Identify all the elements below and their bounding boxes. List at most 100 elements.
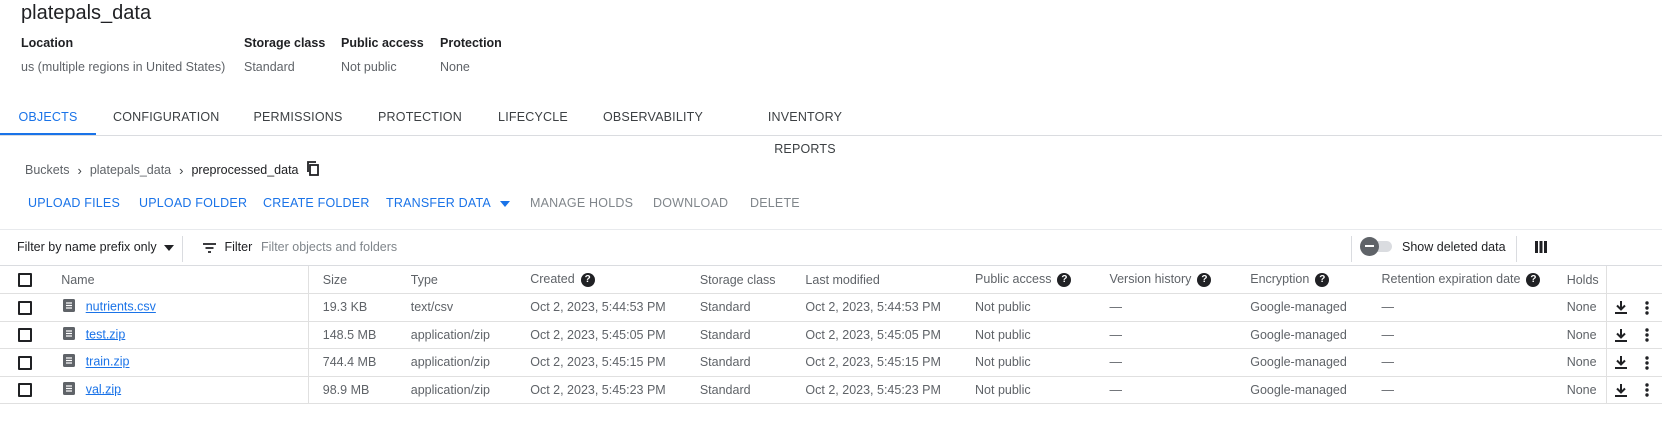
storage-class-cell: Standard — [684, 376, 791, 404]
location-detail: Location us (multiple regions in United … — [21, 36, 225, 74]
help-icon[interactable]: ? — [1197, 272, 1212, 287]
public-access-value: Not public — [341, 60, 397, 74]
chevron-right-icon: › — [77, 162, 82, 178]
divider — [182, 236, 183, 262]
file-name-link[interactable]: val.zip — [86, 382, 121, 396]
row-checkbox[interactable] — [18, 383, 32, 398]
more-vert-icon[interactable] — [1645, 300, 1649, 315]
column-header-holds[interactable]: Holds — [1562, 266, 1607, 294]
create-folder-button[interactable]: CREATE FOLDER — [263, 196, 370, 210]
download-cell — [1605, 348, 1637, 377]
breadcrumb-bucket[interactable]: platepals_data — [90, 163, 171, 177]
file-name-link[interactable]: test.zip — [86, 327, 126, 341]
upload-folder-button[interactable]: UPLOAD FOLDER — [139, 196, 247, 210]
tab-inventory-reports[interactable]: INVENTORY REPORTS — [737, 101, 873, 156]
row-checkbox-cell — [0, 293, 52, 322]
size-cell: 744.4 MB — [307, 348, 396, 377]
copy-icon[interactable] — [306, 161, 320, 179]
more-vert-icon[interactable] — [1645, 382, 1649, 397]
location-value: us (multiple regions in United States) — [21, 60, 226, 74]
transfer-data-button[interactable]: TRANSFER DATA — [386, 196, 510, 210]
tab-permissions[interactable]: PERMISSIONS — [252, 101, 344, 135]
filter-button[interactable]: Filter — [203, 240, 252, 254]
filter-input[interactable]: Filter objects and folders — [261, 240, 397, 254]
column-header-last-modified[interactable]: Last modified — [790, 266, 961, 294]
breadcrumb-buckets[interactable]: Buckets — [25, 163, 69, 177]
delete-button[interactable]: DELETE — [750, 196, 800, 210]
caret-down-icon — [499, 200, 510, 207]
created-cell: Oct 2, 2023, 5:45:23 PM — [515, 376, 685, 404]
download-button[interactable]: DOWNLOAD — [653, 196, 728, 210]
retention-cell: — — [1367, 376, 1563, 404]
row-checkbox-cell — [0, 348, 52, 377]
tab-observability[interactable]: OBSERVABILITY — [602, 101, 704, 135]
column-header-retention[interactable]: Retention expiration date? — [1367, 266, 1563, 294]
row-checkbox[interactable] — [18, 355, 32, 370]
filter-label: Filter — [224, 240, 253, 254]
show-deleted-toggle[interactable] — [1360, 237, 1394, 256]
upload-files-button[interactable]: UPLOAD FILES — [28, 196, 120, 210]
storage-class-detail: Storage class Standard — [244, 36, 325, 74]
public-access-cell: Not public — [960, 321, 1095, 349]
protection-label: Protection — [440, 36, 502, 50]
retention-cell: — — [1367, 348, 1563, 377]
help-icon[interactable]: ? — [1057, 272, 1072, 287]
protection-value: None — [440, 60, 470, 74]
table-row[interactable]: train.zip 744.4 MB application/zip Oct 2… — [0, 348, 1662, 377]
column-header-type[interactable]: Type — [395, 266, 516, 294]
manage-holds-button[interactable]: MANAGE HOLDS — [530, 196, 633, 210]
name-cell: nutrients.csv — [51, 293, 309, 322]
download-icon[interactable] — [1614, 328, 1627, 342]
file-name-link[interactable]: nutrients.csv — [86, 300, 156, 314]
file-icon — [63, 354, 76, 370]
filter-prefix-dropdown[interactable]: Filter by name prefix only — [17, 240, 175, 254]
objects-table-body: nutrients.csv 19.3 KB text/csv Oct 2, 20… — [0, 293, 1662, 404]
tab-configuration[interactable]: CONFIGURATION — [113, 101, 219, 135]
size-cell: 148.5 MB — [307, 321, 396, 349]
tab-objects[interactable]: OBJECTS — [0, 101, 96, 135]
column-header-public-access[interactable]: Public access? — [960, 266, 1095, 294]
column-display-icon[interactable] — [1535, 241, 1547, 256]
tab-lifecycle[interactable]: LIFECYCLE — [497, 101, 569, 135]
column-header-size[interactable]: Size — [307, 266, 396, 294]
table-row[interactable]: test.zip 148.5 MB application/zip Oct 2,… — [0, 321, 1662, 349]
help-icon[interactable]: ? — [580, 272, 595, 287]
file-icon — [63, 326, 76, 343]
retention-cell: — — [1367, 321, 1563, 349]
column-header-name[interactable]: Name — [51, 266, 309, 294]
column-header-version-history[interactable]: Version history? — [1094, 266, 1236, 294]
column-header-created[interactable]: Created? — [515, 266, 685, 294]
transfer-data-label: TRANSFER DATA — [386, 196, 491, 210]
breadcrumb-current-folder: preprocessed_data — [191, 163, 299, 177]
table-row[interactable]: nutrients.csv 19.3 KB text/csv Oct 2, 20… — [0, 293, 1662, 322]
column-header-encryption[interactable]: Encryption? — [1235, 266, 1368, 294]
encryption-cell: Google-managed — [1235, 348, 1368, 377]
last-modified-cell: Oct 2, 2023, 5:44:53 PM — [790, 293, 961, 322]
table-row[interactable]: val.zip 98.9 MB application/zip Oct 2, 2… — [0, 376, 1662, 404]
row-checkbox[interactable] — [18, 300, 32, 315]
column-header-storage-class[interactable]: Storage class — [684, 266, 791, 294]
type-cell: application/zip — [395, 348, 516, 377]
encryption-cell: Google-managed — [1235, 376, 1368, 404]
select-all-checkbox[interactable] — [18, 272, 32, 287]
more-vert-icon[interactable] — [1645, 327, 1649, 342]
download-icon[interactable] — [1614, 300, 1627, 315]
last-modified-cell: Oct 2, 2023, 5:45:15 PM — [790, 348, 961, 377]
storage-class-cell: Standard — [684, 293, 791, 322]
tab-protection[interactable]: PROTECTION — [377, 101, 463, 135]
help-icon[interactable]: ? — [1526, 272, 1541, 287]
help-icon[interactable]: ? — [1315, 272, 1330, 287]
row-checkbox-cell — [0, 321, 52, 349]
row-checkbox-cell — [0, 376, 52, 404]
more-vert-icon[interactable] — [1645, 355, 1649, 370]
created-cell: Oct 2, 2023, 5:45:15 PM — [515, 348, 685, 377]
download-icon[interactable] — [1614, 383, 1627, 397]
download-icon[interactable] — [1614, 355, 1627, 370]
file-name-link[interactable]: train.zip — [86, 355, 130, 369]
objects-table: Name Size Type Created? Storage class La… — [0, 266, 1662, 404]
version-history-cell: — — [1094, 376, 1236, 404]
download-cell — [1605, 293, 1637, 322]
size-cell: 98.9 MB — [307, 376, 396, 404]
row-checkbox[interactable] — [18, 328, 32, 343]
retention-label: Retention expiration date — [1381, 272, 1521, 287]
